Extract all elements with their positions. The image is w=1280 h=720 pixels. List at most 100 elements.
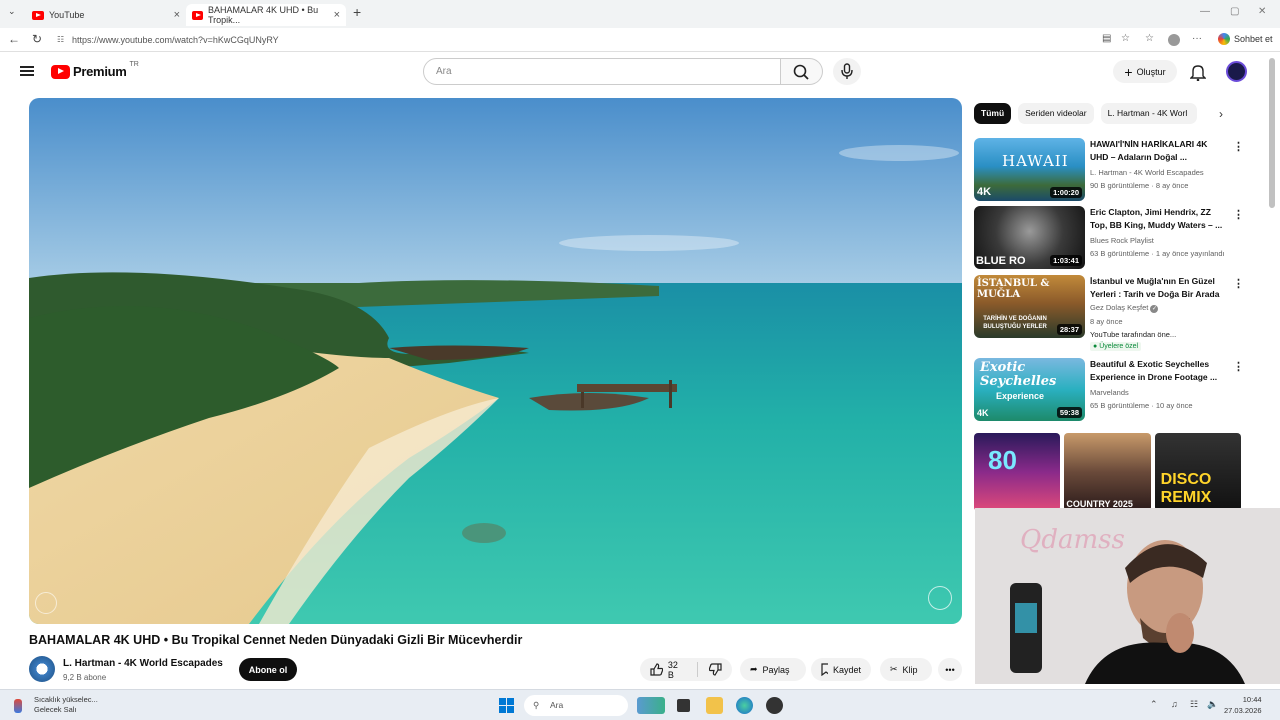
search-highlight-icon[interactable]: [637, 697, 665, 714]
youtube-premium-logo[interactable]: Premium TR: [51, 61, 139, 79]
mix-thumbnail[interactable]: COUNTRY 2025: [1064, 433, 1151, 511]
obs-app-icon[interactable]: [766, 697, 783, 714]
video-thumbnail[interactable]: Exotic Seychelles Experience 4K 59:38: [974, 358, 1085, 421]
tab-list-chevron-icon[interactable]: ⌄: [8, 6, 16, 17]
weather-widget[interactable]: Sıcaklık yükselec... Gelecek Salı: [34, 695, 98, 715]
thumbs-up-icon[interactable]: [650, 663, 663, 676]
video-thumbnail[interactable]: İSTANBUL & MUĞLA TARİHİN VE DOĞANIN BULU…: [974, 275, 1085, 338]
recommendation-channel[interactable]: Gez Dolaş Keşfet ✓: [1090, 303, 1159, 313]
new-tab-button[interactable]: +: [353, 4, 361, 20]
save-button[interactable]: Kaydet: [811, 658, 871, 681]
more-vertical-icon[interactable]: ⋮: [1233, 140, 1244, 153]
network-icon[interactable]: ☷: [1190, 699, 1198, 710]
browser-tab-video[interactable]: BAHAMALAR 4K UHD • Bu Tropik... ×: [186, 4, 346, 26]
maximize-icon[interactable]: ▢: [1230, 6, 1239, 17]
more-vertical-icon[interactable]: ⋮: [1233, 208, 1244, 221]
tab-close-icon[interactable]: ×: [174, 9, 180, 21]
page-scrollbar[interactable]: [1269, 58, 1275, 208]
browser-tab-bar: ⌄ YouTube × BAHAMALAR 4K UHD • Bu Tropik…: [0, 0, 1280, 28]
video-duration: 1:00:20: [1050, 187, 1082, 198]
webcam-feed-image: Qdamss: [975, 508, 1280, 684]
favorite-star-icon[interactable]: ☆: [1121, 33, 1130, 44]
close-window-icon[interactable]: ✕: [1258, 6, 1266, 17]
more-actions-button[interactable]: •••: [938, 658, 962, 681]
thumbs-down-icon[interactable]: [709, 663, 722, 676]
recommendation-item[interactable]: HAWAII 4K 1:00:20 HAWAI'İ'NİN HARİKALARI…: [974, 138, 1244, 202]
thumbnail-title: BLUE RO: [976, 255, 1026, 267]
like-count[interactable]: 32 B: [668, 660, 686, 680]
share-button[interactable]: ➦ Paylaş: [740, 658, 806, 681]
recommendation-item[interactable]: Exotic Seychelles Experience 4K 59:38 Be…: [974, 358, 1244, 422]
channel-name[interactable]: L. Hartman - 4K World Escapades: [63, 658, 223, 669]
channel-logo-watermark-icon[interactable]: [928, 586, 952, 610]
recommendation-channel[interactable]: Marvelands: [1090, 388, 1129, 397]
clip-button[interactable]: ✂ Klip: [880, 658, 932, 681]
more-menu-icon[interactable]: ···: [1192, 33, 1202, 44]
notifications-button[interactable]: [1189, 63, 1207, 86]
system-clock[interactable]: 10:44 27.03.2026: [1224, 694, 1262, 716]
refresh-icon[interactable]: ↻: [32, 32, 42, 46]
account-avatar[interactable]: [1226, 61, 1247, 82]
edge-browser-icon[interactable]: [736, 697, 753, 714]
recommendation-title[interactable]: Beautiful & Exotic Seychelles Experience…: [1090, 358, 1228, 383]
more-vertical-icon[interactable]: ⋮: [1233, 277, 1244, 290]
recommendation-channel[interactable]: L. Hartman - 4K World Escapades: [1090, 168, 1204, 177]
search-icon: [793, 64, 809, 80]
video-title: BAHAMALAR 4K UHD • Bu Tropikal Cennet Ne…: [29, 633, 523, 647]
chip-series[interactable]: Seriden videolar: [1018, 103, 1094, 124]
youtube-logo-icon: [51, 64, 70, 79]
weather-line-1: Sıcaklık yükselec...: [34, 695, 98, 704]
copilot-icon: [1218, 33, 1230, 45]
reader-icon[interactable]: ▤: [1102, 33, 1111, 44]
address-bar[interactable]: ☷ https://www.youtube.com/watch?v=hKwCGq…: [50, 31, 1100, 49]
chip-channel[interactable]: L. Hartman - 4K Worl: [1100, 103, 1197, 124]
create-button[interactable]: + Oluştur: [1113, 60, 1177, 83]
task-view-icon[interactable]: [677, 699, 690, 712]
video-thumbnail[interactable]: HAWAII 4K 1:00:20: [974, 138, 1085, 201]
chevron-right-icon[interactable]: ›: [1219, 107, 1223, 121]
recommendation-title[interactable]: İstanbul ve Muğla'nın En Güzel Yerleri :…: [1090, 275, 1228, 300]
chip-all[interactable]: Tümü: [974, 103, 1012, 124]
channel-watermark-icon: [35, 592, 57, 614]
minimize-icon[interactable]: —: [1200, 6, 1210, 17]
thermometer-icon: [14, 699, 22, 713]
bookmark-icon: [821, 663, 828, 676]
recommendation-item[interactable]: İSTANBUL & MUĞLA TARİHİN VE DOĞANIN BULU…: [974, 275, 1244, 353]
browser-tab-youtube[interactable]: YouTube ×: [26, 4, 186, 26]
video-player[interactable]: [29, 98, 962, 624]
mix-thumbnails[interactable]: 80 COUNTRY 2025 DISCO REMIX: [974, 433, 1241, 511]
collections-icon[interactable]: ☆: [1145, 33, 1154, 44]
mix-thumbnail[interactable]: 80: [974, 433, 1061, 511]
channel-avatar[interactable]: [29, 656, 55, 682]
clip-label: Klip: [902, 664, 918, 675]
hamburger-menu-icon[interactable]: [20, 66, 34, 76]
video-thumbnail[interactable]: BLUE RO 1:03:41: [974, 206, 1085, 269]
channel-label: Gez Dolaş Keşfet: [1090, 303, 1149, 312]
search-button[interactable]: [781, 58, 823, 85]
volume-icon[interactable]: 🔈: [1207, 699, 1218, 710]
recommendation-title[interactable]: HAWAI'İ'NİN HARİKALARI 4K UHD – Adaların…: [1090, 138, 1228, 163]
mix-thumbnail[interactable]: DISCO REMIX: [1154, 433, 1241, 511]
windows-start-icon[interactable]: [499, 698, 514, 713]
tray-chevron-icon[interactable]: ⌃: [1150, 699, 1158, 710]
more-vertical-icon[interactable]: ⋮: [1233, 360, 1244, 373]
create-label: Oluştur: [1136, 66, 1166, 77]
taskbar-search[interactable]: ⚲ Ara: [524, 695, 628, 716]
file-explorer-icon[interactable]: [706, 697, 723, 714]
browser-toolbar: ← ↻ ☷ https://www.youtube.com/watch?v=hK…: [0, 28, 1280, 52]
recommendation-item[interactable]: BLUE RO 1:03:41 Eric Clapton, Jimi Hendr…: [974, 206, 1244, 270]
copilot-chat-button[interactable]: Sohbet et: [1218, 33, 1273, 45]
subscribe-button[interactable]: Abone ol: [239, 658, 297, 681]
tab-close-icon[interactable]: ×: [334, 9, 340, 21]
profile-icon[interactable]: [1168, 34, 1180, 46]
back-arrow-icon[interactable]: ←: [8, 32, 20, 46]
search-input[interactable]: Ara: [423, 58, 781, 85]
microphone-tray-icon[interactable]: ♫: [1171, 699, 1178, 709]
youtube-favicon-icon: [192, 10, 203, 20]
recommendation-title[interactable]: Eric Clapton, Jimi Hendrix, ZZ Top, BB K…: [1090, 206, 1228, 231]
recommendation-channel[interactable]: Blues Rock Playlist: [1090, 236, 1154, 245]
more-horizontal-icon: •••: [945, 664, 955, 675]
voice-search-button[interactable]: [833, 58, 861, 85]
site-info-icon[interactable]: ☷: [57, 31, 64, 49]
members-label: Üyelere özel: [1099, 343, 1139, 350]
